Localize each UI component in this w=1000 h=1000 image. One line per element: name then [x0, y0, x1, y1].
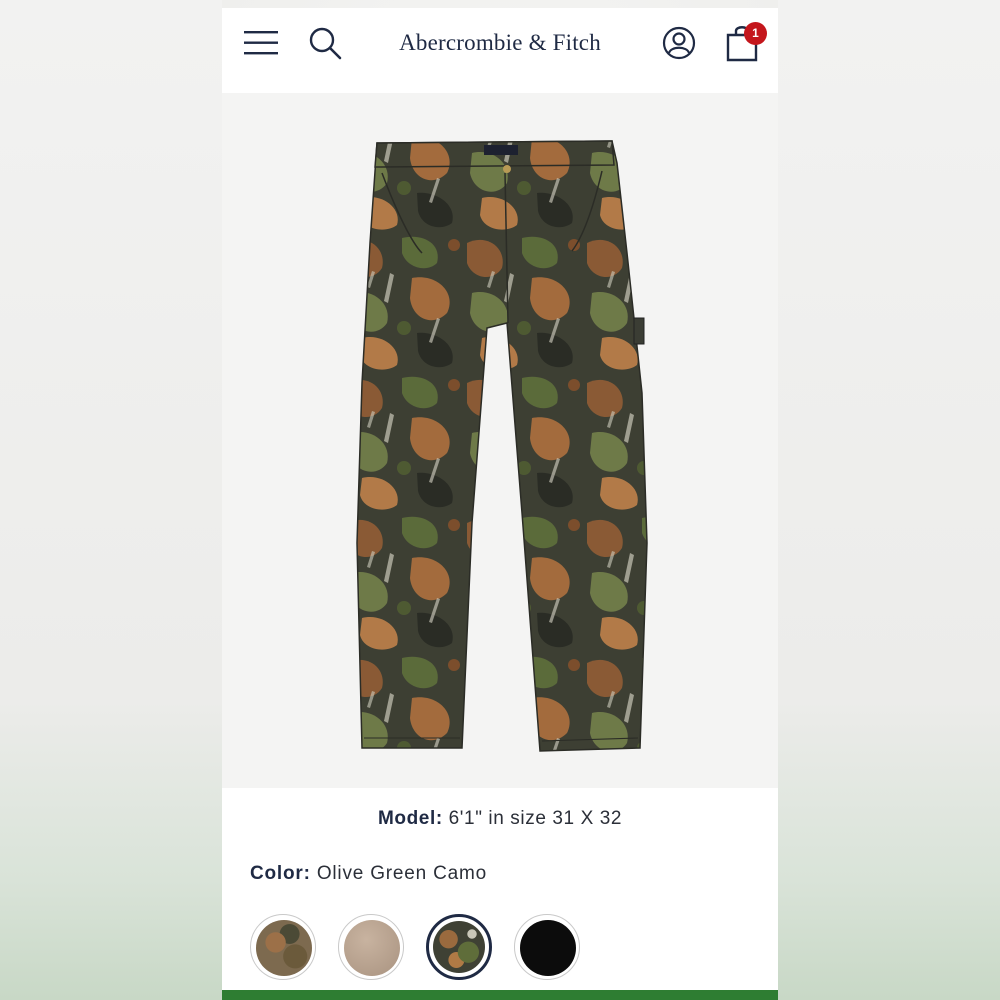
cart-count-badge: 1	[744, 22, 767, 45]
top-navigation-bar: Abercrombie & Fitch 1	[222, 8, 778, 93]
search-icon[interactable]	[308, 26, 342, 60]
model-size-info: Model: 6'1" in size 31 X 32	[222, 808, 778, 830]
brand-logo[interactable]: Abercrombie & Fitch	[382, 26, 618, 60]
background-right	[778, 0, 1000, 1000]
account-icon[interactable]	[662, 26, 696, 60]
camo-pants-image	[356, 140, 648, 752]
model-label: Model:	[377, 808, 443, 829]
swatch-olive-green-camo[interactable]	[426, 914, 492, 980]
hamburger-menu-icon[interactable]	[244, 28, 278, 58]
swatch-khaki[interactable]	[338, 914, 404, 980]
product-image[interactable]	[222, 93, 778, 788]
color-label: Color:	[250, 863, 311, 884]
add-to-bag-bar[interactable]	[222, 990, 778, 1000]
model-value: 6'1" in size 31 X 32	[448, 808, 623, 829]
swatch-black[interactable]	[514, 914, 580, 980]
background-left	[0, 0, 222, 1000]
color-info: Color: Olive Green Camo	[250, 863, 487, 885]
product-page: Abercrombie & Fitch 1 Model: 6'1" in siz…	[222, 8, 778, 1000]
color-value: Olive Green Camo	[316, 863, 487, 884]
swatch-brown-camo[interactable]	[250, 914, 316, 980]
